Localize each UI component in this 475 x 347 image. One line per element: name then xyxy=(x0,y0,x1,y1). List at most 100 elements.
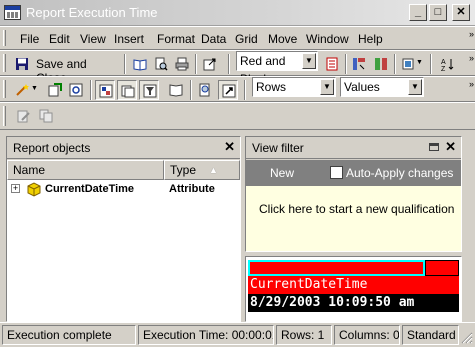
style-combo[interactable]: Red and Black ▼ xyxy=(236,51,318,86)
menu-bar-grip[interactable] xyxy=(3,30,6,46)
view-filter-toolbar: New Auto-Apply changes xyxy=(246,160,461,186)
menu-move[interactable]: Move xyxy=(268,32,297,46)
svg-text:A: A xyxy=(441,59,446,66)
chevron-down-icon[interactable]: ▼ xyxy=(408,79,422,95)
find-button[interactable] xyxy=(195,80,215,100)
toolbar-overflow-icon[interactable]: » xyxy=(469,53,474,63)
dock-icon[interactable] xyxy=(429,143,439,151)
status-rows: Rows: 1 xyxy=(276,325,332,345)
swap-button[interactable] xyxy=(371,54,391,74)
list-item[interactable]: + CurrentDateTime Attribute xyxy=(7,181,240,199)
menu-edit[interactable]: Edit xyxy=(49,32,70,46)
close-button[interactable]: ✕ xyxy=(452,4,470,21)
grid-data-row[interactable]: 8/29/2003 10:09:50 am xyxy=(248,294,459,312)
toolbar-grip[interactable] xyxy=(3,80,6,98)
report-objects-button[interactable] xyxy=(117,80,137,100)
book-icon xyxy=(133,59,147,71)
rows-combo[interactable]: Rows ▼ xyxy=(252,77,336,97)
grid-view: CurrentDateTime 8/29/2003 10:09:50 am xyxy=(245,256,462,322)
print-button[interactable] xyxy=(172,54,192,74)
menu-help[interactable]: Help xyxy=(358,32,383,46)
pivot-button[interactable] xyxy=(349,54,369,74)
column-header-name[interactable]: Name xyxy=(7,160,164,180)
toolbar-separator xyxy=(124,54,126,74)
column-header-type-label: Type xyxy=(170,163,197,177)
report-objects-title: Report objects xyxy=(13,141,91,155)
resize-grip-icon[interactable] xyxy=(460,331,473,344)
auto-apply-checkbox[interactable] xyxy=(330,166,343,179)
menu-overflow-icon[interactable]: » xyxy=(469,29,474,39)
menu-grid[interactable]: Grid xyxy=(235,32,258,46)
view-mode-button[interactable]: ▼ xyxy=(399,54,423,74)
menu-file[interactable]: File xyxy=(20,32,39,46)
object-browser-button[interactable] xyxy=(95,80,115,100)
rows-combo-value: Rows xyxy=(256,80,287,94)
view-filter-title: View filter xyxy=(252,141,304,155)
view-filter-body[interactable]: Click here to start a new qualification xyxy=(246,186,461,251)
notes-button[interactable] xyxy=(166,80,186,100)
toolbar-separator xyxy=(345,54,347,74)
chevron-down-icon[interactable]: ▼ xyxy=(320,79,334,95)
toolbar-separator xyxy=(228,54,230,74)
filter-placeholder: Click here to start a new qualification xyxy=(259,202,455,216)
toolbar-separator xyxy=(430,54,432,74)
chevron-down-icon[interactable]: ▼ xyxy=(416,59,423,66)
values-combo[interactable]: Values ▼ xyxy=(340,77,424,97)
page-icon xyxy=(326,57,338,71)
edit-button[interactable] xyxy=(14,106,34,126)
find-icon xyxy=(199,83,210,97)
drill-button[interactable] xyxy=(218,80,238,100)
status-columns: Columns: 0 xyxy=(334,325,400,345)
column-header-type[interactable]: Type ▲ xyxy=(164,160,240,180)
toolbar-separator xyxy=(190,80,192,100)
sql-button[interactable] xyxy=(66,80,86,100)
maximize-button[interactable]: □ xyxy=(429,4,447,21)
toolbar-grid: ▼ Rows ▼ Values ▼ » xyxy=(0,76,475,102)
wizard-button[interactable]: ▼ xyxy=(12,80,40,100)
copy-button[interactable] xyxy=(36,106,56,126)
toolbar-grip[interactable] xyxy=(3,106,6,126)
report-format-button[interactable] xyxy=(322,54,342,74)
copy-icon xyxy=(39,109,53,123)
grid-corner-cell[interactable] xyxy=(425,260,459,276)
minimize-button[interactable]: _ xyxy=(409,4,427,21)
export-button[interactable] xyxy=(200,54,220,74)
chevron-down-icon[interactable]: ▼ xyxy=(302,53,316,69)
object-name: CurrentDateTime xyxy=(45,183,135,195)
report-objects-panel: Report objects ✕ Name Type ▲ + CurrentDa… xyxy=(6,136,241,322)
data-button[interactable] xyxy=(45,80,65,100)
app-icon[interactable] xyxy=(4,5,21,20)
menu-data[interactable]: Data xyxy=(201,32,226,46)
menu-view[interactable]: View xyxy=(80,32,106,46)
toolbar-grip[interactable] xyxy=(3,54,6,72)
new-filter-button[interactable]: New xyxy=(270,166,294,180)
grid-selected-cell[interactable] xyxy=(248,260,425,276)
save-and-close-button[interactable]: Save and Close xyxy=(12,54,118,85)
grid-header-row[interactable]: CurrentDateTime xyxy=(248,276,459,294)
menu-insert[interactable]: Insert xyxy=(114,32,144,46)
pivot-icon xyxy=(353,58,365,70)
close-icon[interactable]: ✕ xyxy=(224,139,235,155)
expand-icon[interactable]: + xyxy=(11,184,20,193)
status-mode: Standard xyxy=(402,325,459,345)
report-objects-list: Name Type ▲ + CurrentDateTime Attribute xyxy=(7,160,240,321)
menu-window[interactable]: Window xyxy=(306,32,349,46)
toolbar-overflow-icon[interactable]: » xyxy=(469,79,474,89)
close-icon[interactable]: ✕ xyxy=(445,139,456,155)
filter-icon xyxy=(143,84,157,98)
toolbar-standard: Save and Close Red and Black ▼ ▼ AZ » xyxy=(0,50,475,86)
view-filter-button[interactable] xyxy=(139,80,159,100)
window-title: Report Execution Time xyxy=(26,5,158,20)
grid-cell-value: 8/29/2003 10:09:50 am xyxy=(250,295,415,310)
export-icon xyxy=(203,58,216,71)
values-combo-value: Values xyxy=(344,80,380,94)
grid-header-label: CurrentDateTime xyxy=(250,277,368,292)
print-preview-button[interactable] xyxy=(151,54,171,74)
open-book-button[interactable] xyxy=(130,54,150,74)
menu-format[interactable]: Format xyxy=(157,32,195,46)
toolbar-separator xyxy=(195,54,197,74)
toolbar-edit xyxy=(0,102,475,130)
data-icon xyxy=(48,83,62,97)
sort-button[interactable]: AZ xyxy=(438,54,458,74)
chevron-down-icon[interactable]: ▼ xyxy=(31,85,38,92)
